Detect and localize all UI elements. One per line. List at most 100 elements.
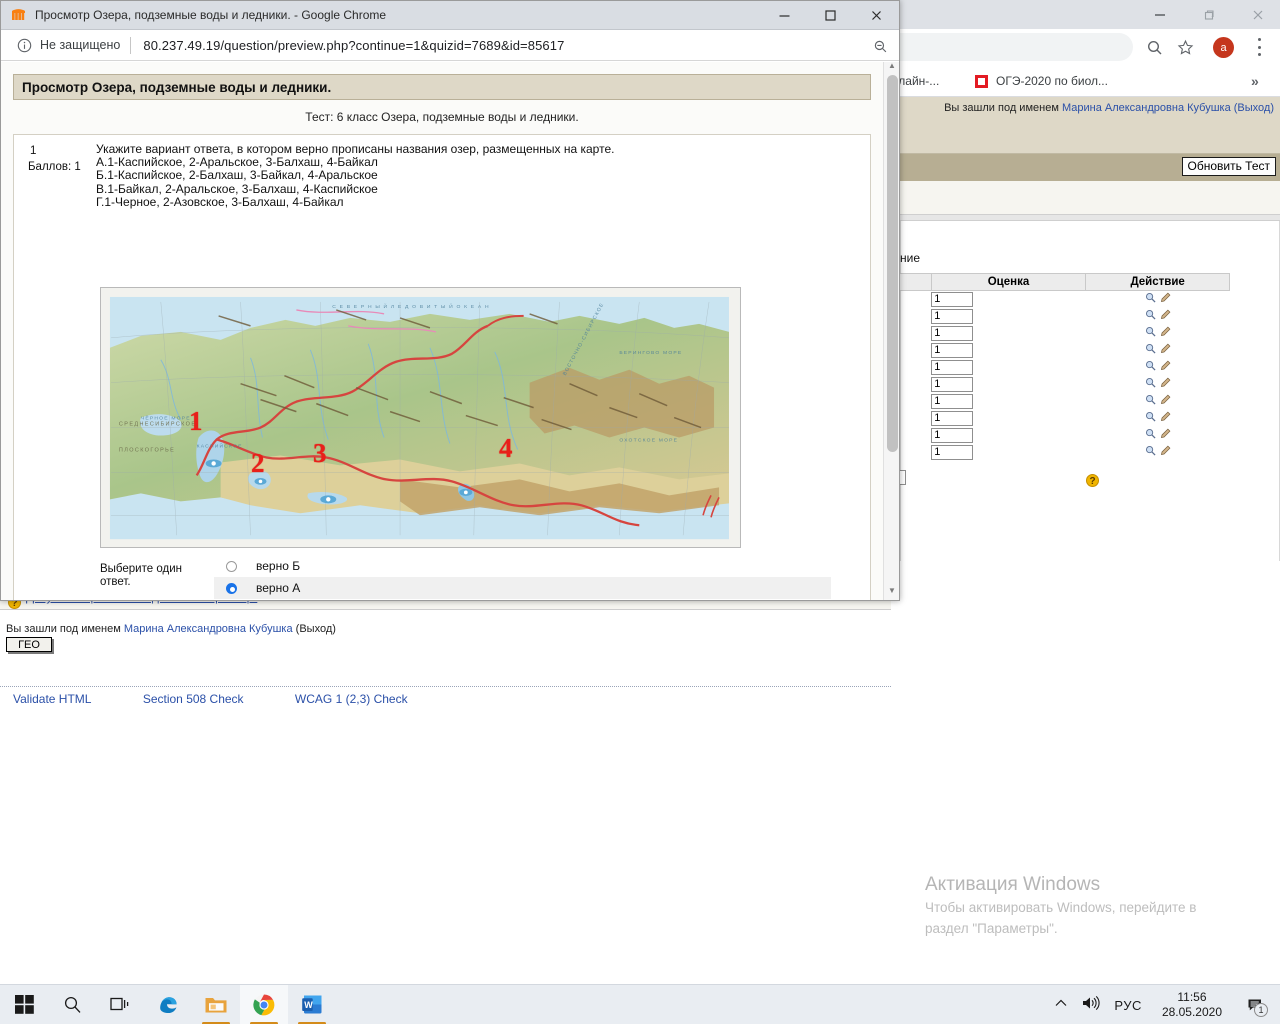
background-browser-window[interactable]: a онлайн-... ОГЭ-2020 по биол... » Вы за… bbox=[891, 0, 1280, 984]
grade-input[interactable] bbox=[931, 342, 974, 358]
notifications-button[interactable]: 1 bbox=[1238, 985, 1272, 1024]
clock[interactable]: 11:56 28.05.2020 bbox=[1162, 990, 1222, 1020]
bookmarks-overflow-icon[interactable]: » bbox=[1251, 65, 1259, 97]
answer-option-label[interactable]: верно А bbox=[256, 581, 300, 595]
validate-html-link[interactable]: Validate HTML bbox=[13, 692, 91, 706]
login-user-link[interactable]: Марина Александровна Кубушка bbox=[124, 623, 293, 635]
info-circle-icon[interactable] bbox=[17, 38, 32, 53]
section-508-link[interactable]: Section 508 Check bbox=[143, 692, 244, 706]
geo-button[interactable]: ГЕО bbox=[6, 637, 52, 652]
scroll-down-arrow-icon[interactable]: ▼ bbox=[884, 582, 900, 598]
grade-input[interactable] bbox=[931, 376, 974, 392]
edit-icon[interactable] bbox=[1160, 292, 1171, 306]
fg-maximize-button[interactable] bbox=[807, 1, 853, 30]
grade-input[interactable] bbox=[931, 308, 974, 324]
magnifier-icon[interactable] bbox=[1145, 293, 1156, 306]
kebab-menu-icon[interactable] bbox=[1250, 38, 1268, 56]
url-text[interactable]: 80.237.49.19/question/preview.php?contin… bbox=[143, 38, 564, 53]
foreground-window-titlebar[interactable]: Просмотр Озера, подземные воды и ледники… bbox=[1, 1, 899, 30]
question-number: 1 bbox=[30, 145, 37, 157]
answer-option-label[interactable]: верно Б bbox=[256, 559, 300, 573]
chrome-button[interactable] bbox=[240, 984, 288, 1024]
question-score: Баллов: 1 bbox=[28, 161, 81, 173]
answer-radio[interactable] bbox=[226, 560, 237, 572]
background-window-titlebar bbox=[891, 0, 1280, 29]
volume-icon[interactable] bbox=[1081, 995, 1101, 1015]
magnifier-icon[interactable] bbox=[1145, 412, 1156, 425]
help-icon[interactable]: ? bbox=[1086, 474, 1099, 487]
magnifier-icon[interactable] bbox=[1145, 378, 1156, 391]
edge-button[interactable] bbox=[144, 985, 192, 1024]
refresh-test-button[interactable]: Обновить Тест bbox=[1181, 157, 1276, 176]
file-explorer-button[interactable] bbox=[192, 985, 240, 1024]
show-hidden-icons-button[interactable] bbox=[1055, 999, 1067, 1011]
answer-radio[interactable] bbox=[226, 582, 237, 594]
grade-input[interactable] bbox=[931, 427, 974, 443]
edit-icon[interactable] bbox=[1160, 377, 1171, 391]
bg-results-area: ние Оценка Действие т bbox=[891, 221, 1280, 561]
grade-input[interactable] bbox=[931, 359, 974, 375]
bg-omnibox[interactable] bbox=[891, 33, 1133, 61]
bg-close-button[interactable] bbox=[1235, 0, 1280, 29]
zoom-out-icon[interactable] bbox=[869, 35, 891, 57]
magnifier-icon[interactable] bbox=[1145, 395, 1156, 408]
table-row bbox=[891, 410, 1230, 427]
grade-cell bbox=[931, 410, 1086, 427]
grade-input[interactable] bbox=[931, 291, 974, 307]
answer-option-row[interactable]: верно Г bbox=[214, 599, 831, 600]
edit-icon[interactable] bbox=[1160, 326, 1171, 340]
magnifier-icon[interactable] bbox=[1145, 361, 1156, 374]
fg-minimize-button[interactable] bbox=[761, 1, 807, 30]
edit-icon[interactable] bbox=[1160, 428, 1171, 442]
logout-link[interactable]: (Выход) bbox=[293, 623, 336, 635]
omnibox-bar[interactable]: Не защищено 80.237.49.19/question/previe… bbox=[1, 30, 899, 61]
scrollbar-thumb[interactable] bbox=[887, 75, 898, 452]
magnifier-icon[interactable] bbox=[1145, 310, 1156, 323]
task-view-button[interactable] bbox=[96, 985, 144, 1024]
edit-icon[interactable] bbox=[1160, 445, 1171, 459]
search-button[interactable] bbox=[48, 985, 96, 1024]
magnifier-icon[interactable] bbox=[1145, 344, 1156, 357]
language-indicator[interactable]: РУС bbox=[1114, 998, 1142, 1013]
grade-cell bbox=[931, 393, 1086, 410]
help-icon-wrap[interactable]: ? bbox=[1086, 471, 1099, 489]
edit-icon[interactable] bbox=[1160, 360, 1171, 374]
edit-icon[interactable] bbox=[1160, 411, 1171, 425]
wcag-link[interactable]: WCAG 1 (2,3) Check bbox=[295, 692, 408, 706]
grade-input[interactable] bbox=[931, 393, 974, 409]
windows-taskbar[interactable]: W РУС 11:56 28.05.2020 1 bbox=[0, 984, 1280, 1024]
bookmarks-bar: онлайн-... ОГЭ-2020 по биол... » bbox=[891, 65, 1280, 97]
scroll-up-arrow-icon[interactable]: ▲ bbox=[884, 57, 900, 73]
grade-input[interactable] bbox=[931, 325, 974, 341]
answer-option-row[interactable]: верно Б bbox=[214, 555, 831, 577]
table-row bbox=[891, 308, 1230, 325]
word-button[interactable]: W bbox=[288, 985, 336, 1024]
answer-option-row[interactable]: верно А bbox=[214, 577, 831, 599]
page-title: Просмотр Озера, подземные воды и ледники… bbox=[22, 79, 332, 95]
magnifier-icon[interactable] bbox=[1145, 429, 1156, 442]
search-icon[interactable] bbox=[1137, 29, 1171, 65]
magnifier-icon[interactable] bbox=[1145, 446, 1156, 459]
grades-table: Оценка Действие bbox=[891, 273, 1230, 461]
bookmark-item-oge2020[interactable]: ОГЭ-2020 по биол... bbox=[975, 65, 1108, 97]
edit-icon[interactable] bbox=[1160, 343, 1171, 357]
start-button[interactable] bbox=[0, 985, 48, 1024]
bg-restore-button[interactable] bbox=[1186, 0, 1231, 29]
magnifier-icon[interactable] bbox=[1145, 327, 1156, 340]
bg-logout-link[interactable]: (Выход) bbox=[1231, 102, 1274, 114]
foreground-browser-window[interactable]: Просмотр Озера, подземные воды и ледники… bbox=[0, 0, 900, 601]
fg-close-button[interactable] bbox=[853, 1, 899, 30]
choice-text-v: В.1-Байкал, 2-Аральское, 3-Балхаш, 4-Кас… bbox=[96, 181, 378, 196]
edit-icon[interactable] bbox=[1160, 309, 1171, 323]
grade-input[interactable] bbox=[931, 444, 974, 460]
grade-cell bbox=[931, 427, 1086, 444]
edit-icon[interactable] bbox=[1160, 394, 1171, 408]
col-header-grade: Оценка bbox=[930, 273, 1087, 291]
page-scrollbar[interactable]: ▲ ▼ bbox=[883, 61, 900, 600]
avatar[interactable]: a bbox=[1213, 37, 1234, 58]
star-icon[interactable] bbox=[1168, 29, 1202, 65]
svg-text:W: W bbox=[304, 1000, 313, 1010]
bg-minimize-button[interactable] bbox=[1137, 0, 1182, 29]
bg-login-user-link[interactable]: Марина Александровна Кубушка bbox=[1062, 102, 1231, 114]
grade-input[interactable] bbox=[931, 410, 974, 426]
